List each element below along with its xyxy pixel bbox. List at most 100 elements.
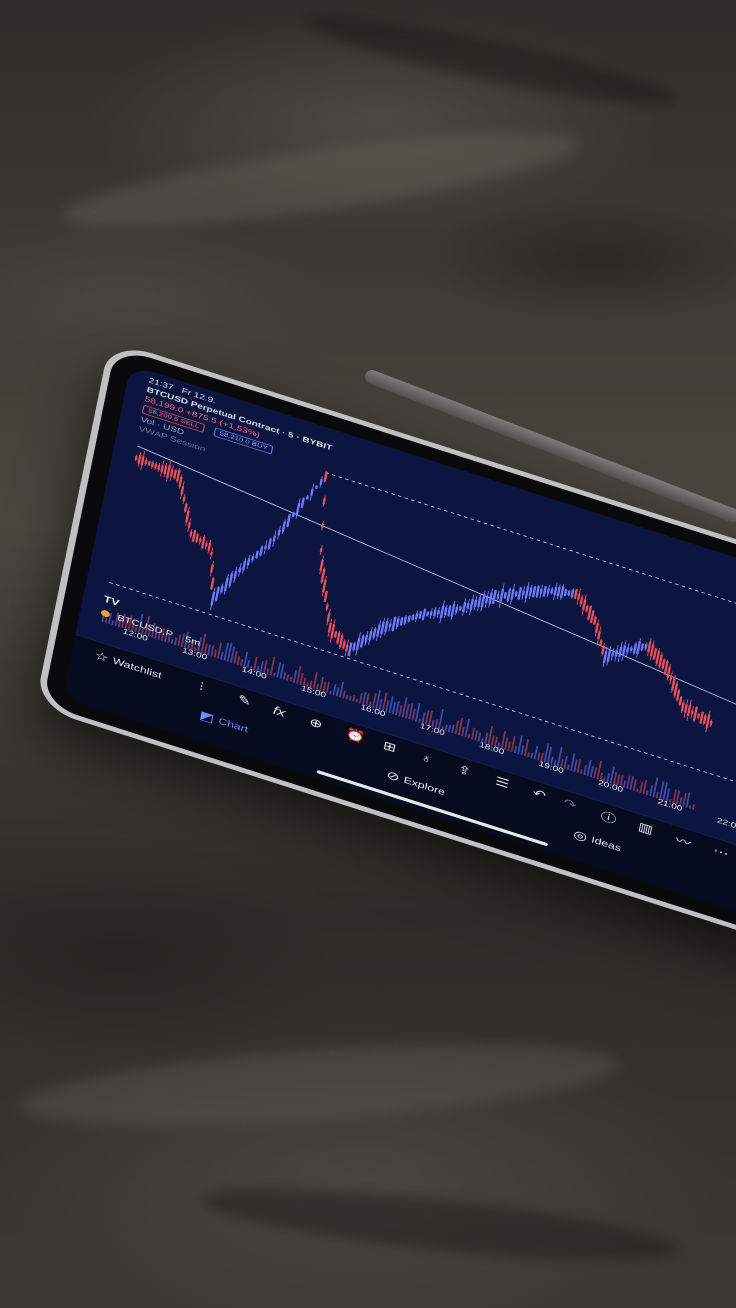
tablet: 21:37 Fr 12.9. BTCUSD Perpetual Contract… [34, 340, 736, 952]
candle-body [220, 585, 224, 593]
candle-body [147, 461, 151, 466]
candle-body [376, 624, 381, 637]
candle-body [556, 586, 561, 597]
trend-icon: 〰 [674, 832, 693, 851]
candle-body [539, 588, 543, 595]
share-button[interactable]: ⇪ [456, 761, 473, 779]
candle-body [636, 641, 642, 655]
candle-body [347, 642, 353, 657]
compass-icon: ⊘ [385, 767, 401, 785]
indicators-button[interactable]: fx [272, 703, 287, 719]
candle-body [524, 585, 530, 599]
candle-body [647, 641, 652, 653]
ideas-button[interactable]: ♁ [419, 750, 433, 766]
candle-body [585, 605, 589, 612]
candle-body [300, 497, 305, 509]
candle-body [503, 592, 507, 599]
candle-body [325, 604, 329, 610]
candle-body [661, 658, 666, 669]
bulb-icon: ♁ [419, 750, 434, 767]
candle-body [480, 593, 486, 608]
candle-body [621, 645, 627, 657]
volume-bar [438, 708, 444, 730]
note-button[interactable]: ☰ [494, 774, 510, 792]
candle-body [150, 462, 154, 468]
candle-body [553, 586, 558, 596]
redo-button[interactable]: ↷ [562, 796, 577, 813]
alert-button[interactable]: ⏰ [344, 726, 367, 745]
candle-body [322, 497, 326, 505]
candle-body [210, 551, 213, 556]
add-button[interactable]: ⊕ [308, 715, 323, 732]
candle-body [411, 614, 415, 621]
candle-body [160, 465, 164, 473]
ideas-tab[interactable]: ◎ Ideas [572, 827, 622, 855]
candle-body [644, 643, 648, 650]
fx-icon: fx [272, 703, 287, 720]
candle-body [675, 689, 681, 701]
undo-button[interactable]: ↶ [531, 786, 547, 803]
candle-body [421, 608, 427, 621]
candle-body [286, 514, 291, 528]
candle-body [157, 464, 161, 470]
chart-icon: ◩ [198, 707, 216, 726]
candle-body [187, 521, 191, 528]
draw-button[interactable]: ✎ [237, 692, 252, 709]
candle-body [189, 531, 193, 537]
candle-body [310, 488, 314, 496]
bars-button[interactable]: ▥ [637, 819, 654, 837]
candle-body [626, 646, 630, 653]
trend-button[interactable]: 〰 [674, 831, 693, 852]
candle-body [352, 643, 356, 651]
candle-body [640, 643, 645, 651]
candle-body [210, 591, 216, 606]
candle-body [407, 615, 411, 623]
candle-body [200, 536, 206, 549]
candle-body [246, 558, 251, 566]
info-button[interactable]: ⓘ [599, 807, 618, 828]
candle-body [272, 535, 277, 542]
candle-body [233, 570, 238, 579]
candle-body [418, 611, 423, 619]
bulb-icon: ◎ [572, 826, 589, 844]
share-icon: ⇪ [456, 761, 473, 779]
candle-body [629, 647, 633, 652]
info-icon: ⓘ [599, 808, 618, 827]
candle-body [198, 538, 202, 543]
candle-body [134, 455, 138, 461]
candle-body [204, 542, 208, 547]
candle-body [319, 478, 323, 486]
candle-body [546, 588, 550, 595]
symbol-dot-icon [100, 609, 111, 619]
candle-body [473, 599, 478, 608]
candle-body [163, 465, 168, 475]
candle-body [372, 628, 377, 639]
layout-button[interactable]: ⊞ [382, 738, 397, 755]
candle-body [577, 593, 581, 600]
candles-button[interactable]: ⫶ [198, 679, 205, 694]
candle-body [380, 621, 385, 635]
candle-body [305, 495, 309, 500]
candle-body [319, 548, 323, 553]
candle-body [593, 616, 597, 625]
candle-body [702, 715, 707, 724]
more-button[interactable]: ⋯ [712, 843, 730, 861]
candle-body [696, 713, 701, 719]
chart-tab[interactable]: ◩ Chart [198, 708, 249, 737]
candle-body [395, 618, 400, 628]
candle-body [210, 564, 214, 573]
candle-body [251, 555, 255, 561]
candle-body [582, 599, 587, 611]
candle-body [550, 588, 554, 594]
candle-body [178, 476, 183, 487]
candle-body [439, 605, 445, 619]
candle-body [426, 611, 430, 617]
candles-icon: ⫶ [198, 679, 205, 694]
candle-body [517, 587, 523, 600]
candle-body [154, 463, 158, 469]
candle-body [364, 634, 369, 643]
candle-body [259, 546, 264, 556]
candle-body [255, 550, 259, 559]
candle-body [359, 635, 365, 648]
candle-body [144, 459, 148, 465]
